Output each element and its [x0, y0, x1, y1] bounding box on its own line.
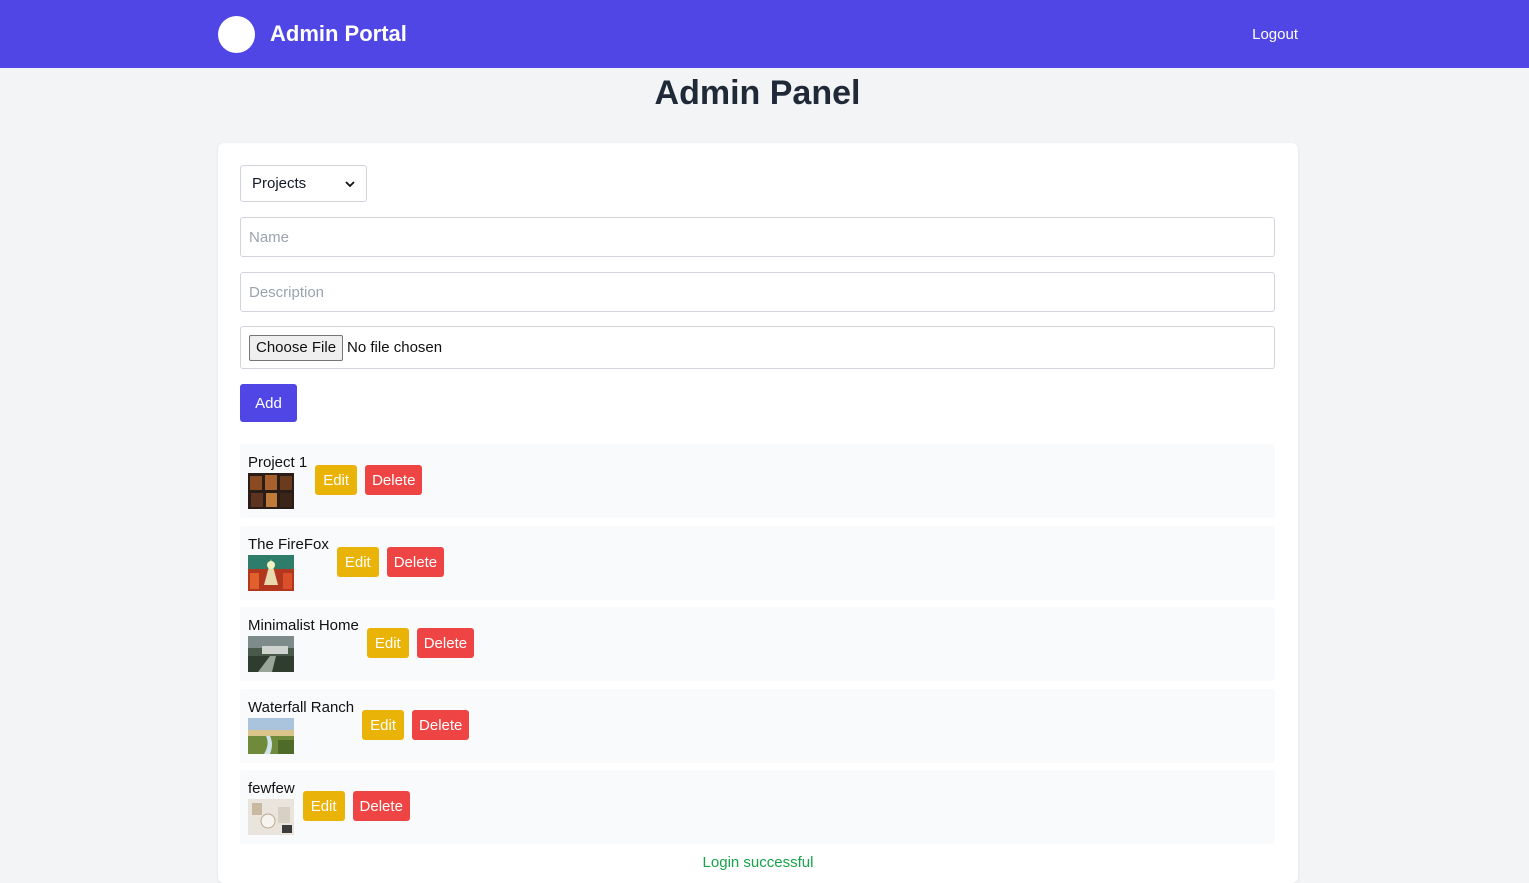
item-thumbnail: [248, 554, 294, 591]
logo-icon: [218, 15, 255, 53]
list-item: Project 1 Edit Delete: [240, 444, 1275, 518]
delete-button[interactable]: Delete: [365, 465, 423, 495]
item-name: The FireFox: [248, 535, 329, 553]
list-item: fewfew Edit Delete: [240, 770, 1275, 844]
item-info: The FireFox: [248, 536, 329, 591]
item-thumbnail: [248, 798, 294, 835]
brand-title: Admin Portal: [270, 21, 407, 46]
item-info: fewfew: [248, 780, 295, 835]
delete-button[interactable]: Delete: [352, 791, 410, 821]
edit-button[interactable]: Edit: [366, 628, 409, 658]
edit-button[interactable]: Edit: [336, 547, 379, 577]
item-name: Project 1: [248, 453, 308, 471]
list-item: The FireFox Edit Delete: [240, 526, 1275, 600]
category-select[interactable]: Projects: [240, 165, 367, 202]
edit-button[interactable]: Edit: [315, 465, 358, 495]
list-item: Minimalist Home Edit Delete: [240, 607, 1275, 681]
description-input[interactable]: [240, 272, 1275, 312]
choose-file-button[interactable]: Choose File: [249, 334, 344, 361]
delete-button[interactable]: Delete: [412, 710, 470, 740]
item-info: Project 1: [248, 454, 307, 509]
name-input[interactable]: [240, 217, 1275, 257]
edit-button[interactable]: Edit: [362, 710, 405, 740]
edit-button[interactable]: Edit: [302, 791, 345, 821]
item-info: Waterfall Ranch: [248, 699, 354, 754]
page-title: Admin Panel: [654, 74, 861, 112]
logout-link[interactable]: Logout: [1252, 26, 1298, 43]
admin-card: Projects Choose File No file chosen Add …: [218, 143, 1298, 883]
add-button[interactable]: Add: [240, 384, 297, 422]
top-navbar: Admin Portal Logout: [0, 0, 1529, 68]
item-thumbnail: [248, 635, 294, 672]
item-name: fewfew: [248, 779, 295, 797]
item-info: Minimalist Home: [248, 617, 359, 672]
file-status: No file chosen: [347, 339, 443, 356]
item-name: Waterfall Ranch: [248, 698, 355, 716]
file-input[interactable]: Choose File No file chosen: [240, 326, 1275, 369]
brand[interactable]: Admin Portal: [218, 15, 407, 53]
item-thumbnail: [248, 717, 294, 754]
chevron-down-icon: [345, 180, 355, 187]
delete-button[interactable]: Delete: [386, 547, 445, 577]
list-item: Waterfall Ranch Edit Delete: [240, 689, 1275, 763]
navbar-inner: Admin Portal Logout: [218, 0, 1298, 68]
item-thumbnail: [248, 472, 294, 509]
item-name: Minimalist Home: [248, 616, 359, 634]
delete-button[interactable]: Delete: [416, 628, 475, 658]
category-select-value: Projects: [252, 175, 307, 192]
